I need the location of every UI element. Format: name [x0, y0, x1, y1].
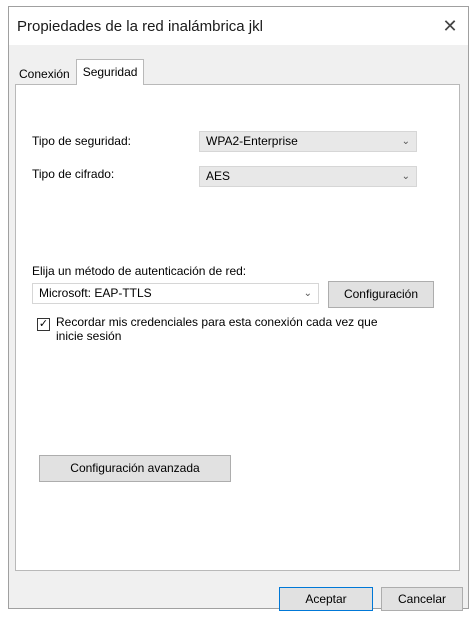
- chevron-down-icon: ⌄: [303, 288, 312, 299]
- security-type-value: WPA2-Enterprise: [206, 134, 298, 148]
- ok-button[interactable]: Aceptar: [279, 587, 373, 611]
- title-bar: Propiedades de la red inalámbrica jkl ✕: [9, 7, 468, 45]
- auth-method-label: Elija un método de autenticación de red:: [32, 264, 247, 278]
- window-title: Propiedades de la red inalámbrica jkl: [17, 17, 263, 35]
- close-icon: ✕: [442, 15, 458, 36]
- remember-credentials-label: Recordar mis credenciales para esta cone…: [56, 315, 378, 343]
- chevron-down-icon: ⌄: [401, 171, 410, 182]
- checkmark-icon: ✓: [38, 318, 49, 330]
- encryption-type-value: AES: [206, 169, 231, 183]
- advanced-settings-button[interactable]: Configuración avanzada: [39, 455, 231, 482]
- cancel-button[interactable]: Cancelar: [381, 587, 463, 611]
- properties-dialog: Propiedades de la red inalámbrica jkl ✕ …: [8, 6, 469, 611]
- tab-security[interactable]: Seguridad: [75, 59, 145, 85]
- security-type-select[interactable]: WPA2-Enterprise ⌄: [199, 131, 417, 152]
- security-panel: Tipo de seguridad: WPA2-Enterprise ⌄ Tip…: [15, 84, 460, 571]
- remember-credentials-checkbox[interactable]: ✓: [37, 318, 50, 331]
- encryption-type-label: Tipo de cifrado:: [32, 167, 115, 181]
- encryption-type-select[interactable]: AES ⌄: [199, 166, 417, 187]
- chevron-down-icon: ⌄: [401, 136, 410, 147]
- tab-connection[interactable]: Conexión: [15, 63, 74, 85]
- auth-settings-button[interactable]: Configuración: [328, 281, 434, 308]
- security-type-label: Tipo de seguridad:: [32, 134, 131, 148]
- auth-method-value: Microsoft: EAP-TTLS: [39, 286, 152, 300]
- tab-strip: Conexión Seguridad: [15, 59, 145, 85]
- auth-method-select[interactable]: Microsoft: EAP-TTLS ⌄: [32, 283, 319, 304]
- close-button[interactable]: ✕: [432, 7, 468, 45]
